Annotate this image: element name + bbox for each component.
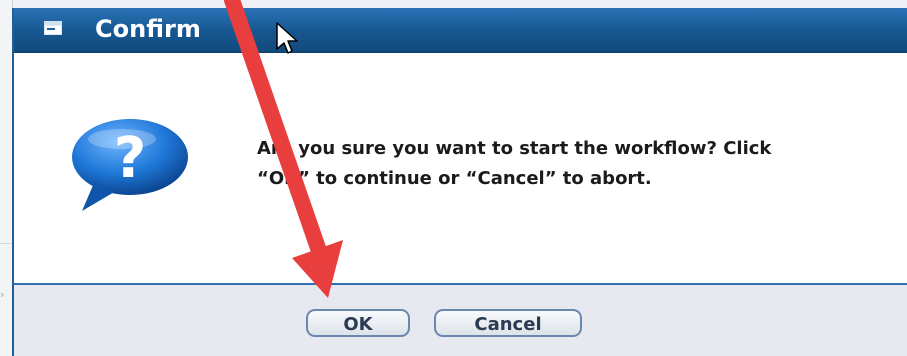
dialog-message: Are you sure you want to start the workf… bbox=[257, 134, 857, 194]
question-icon: ? bbox=[72, 119, 188, 211]
message-line-1: Are you sure you want to start the workf… bbox=[257, 138, 772, 159]
ok-button[interactable]: OK bbox=[306, 309, 410, 337]
window-icon bbox=[44, 21, 62, 35]
background-scroll-mark: › bbox=[0, 288, 5, 301]
background-divider bbox=[0, 243, 12, 244]
svg-text:?: ? bbox=[114, 126, 146, 191]
dialog-title: Confirm bbox=[95, 15, 201, 43]
mouse-cursor-icon bbox=[276, 22, 298, 54]
cancel-button[interactable]: Cancel bbox=[434, 309, 582, 337]
message-line-2: “OK” to continue or “Cancel” to abort. bbox=[257, 168, 652, 189]
dialog-titlebar[interactable]: Confirm bbox=[14, 8, 907, 53]
